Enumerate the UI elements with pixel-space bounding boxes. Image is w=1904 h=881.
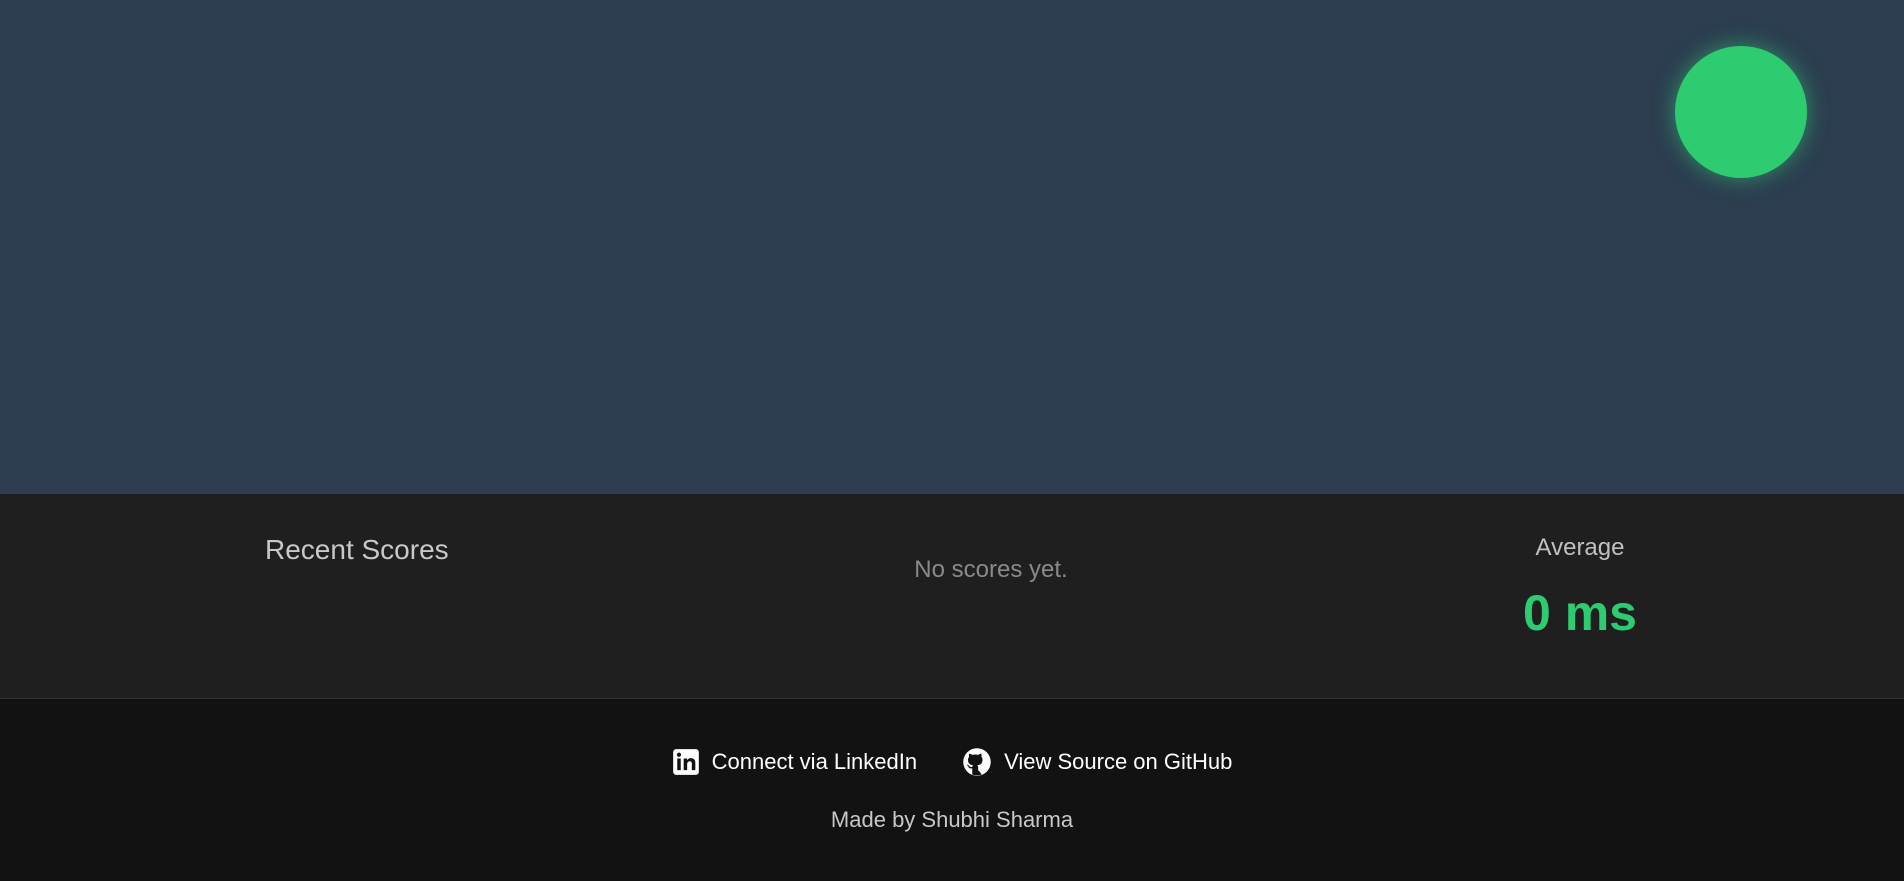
average-value: 0 ms — [1523, 585, 1637, 641]
footer-links: Connect via LinkedIn View Source on GitH… — [0, 747, 1904, 777]
average-block: Average 0 ms — [1480, 534, 1680, 642]
target-circle[interactable] — [1675, 46, 1807, 178]
footer: Connect via LinkedIn View Source on GitH… — [0, 699, 1904, 881]
linkedin-link[interactable]: Connect via LinkedIn — [672, 747, 917, 777]
github-link-label: View Source on GitHub — [1004, 749, 1233, 774]
average-label: Average — [1535, 534, 1625, 561]
made-by-credit: Made by Shubhi Sharma — [830, 807, 1074, 832]
linkedin-link-label: Connect via LinkedIn — [711, 749, 918, 774]
linkedin-icon — [672, 748, 700, 776]
github-link[interactable]: View Source on GitHub — [962, 747, 1232, 777]
github-icon — [962, 747, 992, 777]
game-area[interactable] — [0, 0, 1904, 494]
scores-panel: Recent Scores No scores yet. Average 0 m… — [0, 494, 1904, 699]
